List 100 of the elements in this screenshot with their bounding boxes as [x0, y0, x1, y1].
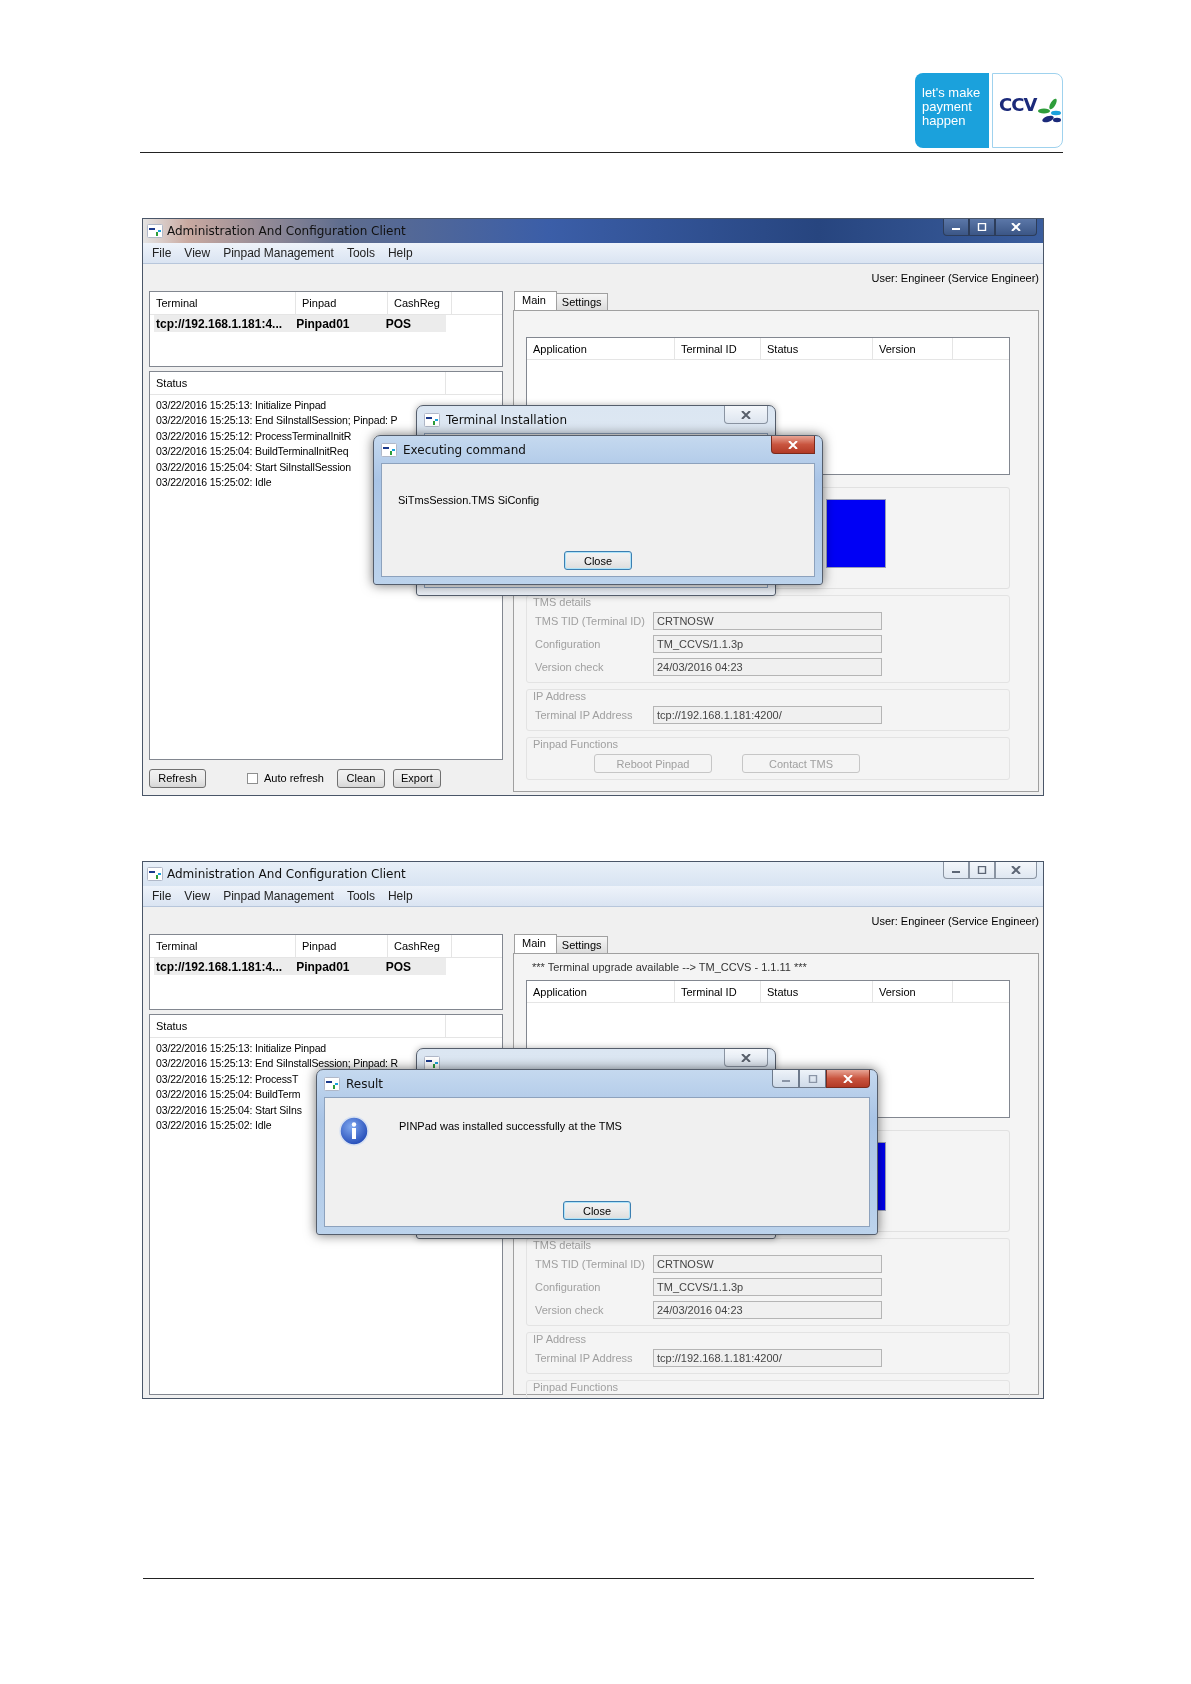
action-button[interactable]: Clean: [336, 768, 385, 788]
close-button[interactable]: [995, 219, 1037, 236]
text-field[interactable]: CRTNOSW: [653, 611, 882, 630]
menu-item[interactable]: Pinpad Management: [223, 889, 334, 903]
minimize-button[interactable]: [943, 219, 969, 236]
group-legend: TMS details: [533, 1238, 1009, 1252]
app-icon: [324, 1076, 340, 1091]
field-label: Configuration: [534, 1280, 602, 1293]
text-field[interactable]: tcp://192.168.1.181:4200/: [653, 1348, 882, 1367]
dialog-title: Result: [346, 1076, 384, 1091]
window-title: Administration And Configuration Client: [167, 224, 406, 238]
column-header[interactable]: CashReg: [388, 935, 452, 957]
log-line: 03/22/2016 15:25:04: Start SiIns: [155, 1102, 302, 1118]
column-header[interactable]: Pinpad: [296, 935, 388, 957]
group-legend: Pinpad Functions: [533, 1380, 1009, 1394]
group-legend: IP Address: [533, 1332, 1009, 1346]
user-label: User: Engineer (Service Engineer): [871, 271, 1039, 284]
tab[interactable]: Main: [514, 934, 557, 953]
log-line: 03/22/2016 15:25:04: BuildTerm: [155, 1087, 301, 1103]
log-line: 03/22/2016 15:25:12: ProcessTerminalInitR: [155, 428, 352, 444]
column-header[interactable]: Application: [527, 338, 675, 359]
close-icon: [741, 1053, 751, 1062]
menu-item[interactable]: File: [152, 246, 172, 260]
column-header[interactable]: Status: [761, 338, 873, 359]
table-row[interactable]: tcp://192.168.1.181:4... Pinpad01 POS: [154, 958, 446, 975]
log-line: 03/22/2016 15:25:02: Idle: [155, 474, 272, 490]
log-line: 03/22/2016 15:25:13: End SiInstallSession; Pinpad: P: [155, 413, 398, 429]
maximize-icon: [807, 1074, 818, 1083]
upgrade-notice: *** Terminal upgrade available --> TM_CCVS - 1.1.11 ***: [532, 961, 807, 973]
menu-item[interactable]: View: [184, 246, 211, 260]
column-header[interactable]: Terminal: [150, 292, 296, 314]
group-legend: IP Address: [533, 689, 1009, 703]
column-header[interactable]: Version: [873, 338, 953, 359]
dialog-title: Terminal Installation: [446, 412, 567, 427]
menu-item[interactable]: File: [152, 889, 172, 903]
brand-name: CCV: [999, 94, 1037, 115]
close-button[interactable]: [724, 406, 768, 424]
close-button[interactable]: [771, 436, 815, 454]
tab[interactable]: Settings: [555, 293, 608, 310]
app-icon: [424, 1055, 440, 1070]
column-header[interactable]: Terminal ID: [675, 338, 761, 359]
column-header[interactable]: Terminal ID: [675, 981, 761, 1002]
close-button[interactable]: Close: [563, 1201, 631, 1220]
maximize-icon: [977, 866, 987, 874]
log-line: 03/22/2016 15:25:13: Initialize Pinpad: [155, 398, 327, 413]
column-header[interactable]: Version: [873, 981, 953, 1002]
tab[interactable]: Settings: [555, 936, 608, 953]
column-header[interactable]: CashReg: [388, 292, 452, 314]
column-header[interactable]: Status: [150, 1015, 446, 1037]
close-icon: [1011, 866, 1021, 874]
close-button[interactable]: [724, 1049, 768, 1067]
text-field[interactable]: 24/03/2016 04:23: [653, 1300, 882, 1319]
dialog-message: SiTmsSession.TMS SiConfig: [398, 493, 540, 506]
log-line: 03/22/2016 15:25:04: BuildTerminalInitReq: [155, 444, 349, 460]
close-icon: [741, 410, 751, 419]
action-button[interactable]: Refresh: [149, 768, 206, 788]
column-header[interactable]: Terminal: [150, 935, 296, 957]
dialog-title: Executing command: [403, 442, 526, 457]
close-icon: [788, 440, 798, 449]
maximize-button[interactable]: [969, 219, 995, 236]
log-line: 03/22/2016 15:25:13: Initialize Pinpad: [155, 1041, 327, 1056]
user-label: User: Engineer (Service Engineer): [871, 914, 1039, 927]
flower-icon: [1037, 97, 1062, 124]
menu-item[interactable]: Tools: [346, 246, 375, 260]
text-field[interactable]: TM_CCVS/1.1.3p: [653, 634, 882, 653]
column-header[interactable]: Application: [527, 981, 675, 1002]
close-button[interactable]: [826, 1070, 870, 1088]
field-label: Version check: [534, 660, 605, 673]
menu-item[interactable]: Help: [387, 246, 413, 260]
action-button[interactable]: Export: [392, 768, 441, 788]
field-label: Terminal IP Address: [534, 708, 634, 721]
log-line: 03/22/2016 15:25:12: ProcessT: [155, 1071, 299, 1087]
text-field[interactable]: TM_CCVS/1.1.3p: [653, 1277, 882, 1296]
table-row[interactable]: tcp://192.168.1.181:4... Pinpad01 POS: [154, 315, 446, 332]
text-field[interactable]: CRTNOSW: [653, 1254, 882, 1273]
menu-item[interactable]: Help: [387, 889, 413, 903]
app-icon: [147, 224, 163, 238]
text-field[interactable]: 24/03/2016 04:23: [653, 657, 882, 676]
text-field[interactable]: tcp://192.168.1.181:4200/: [653, 705, 882, 724]
tab[interactable]: Main: [514, 291, 557, 310]
column-header[interactable]: Pinpad: [296, 292, 388, 314]
app-icon: [424, 412, 440, 427]
maximize-icon: [977, 223, 987, 231]
menu-item[interactable]: Pinpad Management: [223, 246, 334, 260]
field-label: TMS TID (Terminal ID): [534, 1257, 646, 1270]
group-legend: TMS details: [533, 595, 1009, 609]
menu-item[interactable]: Tools: [346, 889, 375, 903]
log-line: 03/22/2016 15:25:04: Start SiInstallSession: [155, 459, 351, 475]
column-header[interactable]: Status: [150, 372, 446, 394]
column-header[interactable]: Status: [761, 981, 873, 1002]
terminal-graphic: [826, 499, 886, 568]
window-title: Administration And Configuration Client: [167, 867, 406, 881]
menu-item[interactable]: View: [184, 889, 211, 903]
close-button[interactable]: Close: [564, 551, 632, 570]
app-icon: [381, 442, 397, 457]
field-label: Configuration: [534, 637, 602, 650]
logo-tagline: let's make payment happen: [915, 73, 989, 148]
close-icon: [843, 1074, 853, 1083]
field-label: Terminal IP Address: [534, 1351, 634, 1364]
checkbox[interactable]: Auto refresh: [247, 772, 324, 784]
